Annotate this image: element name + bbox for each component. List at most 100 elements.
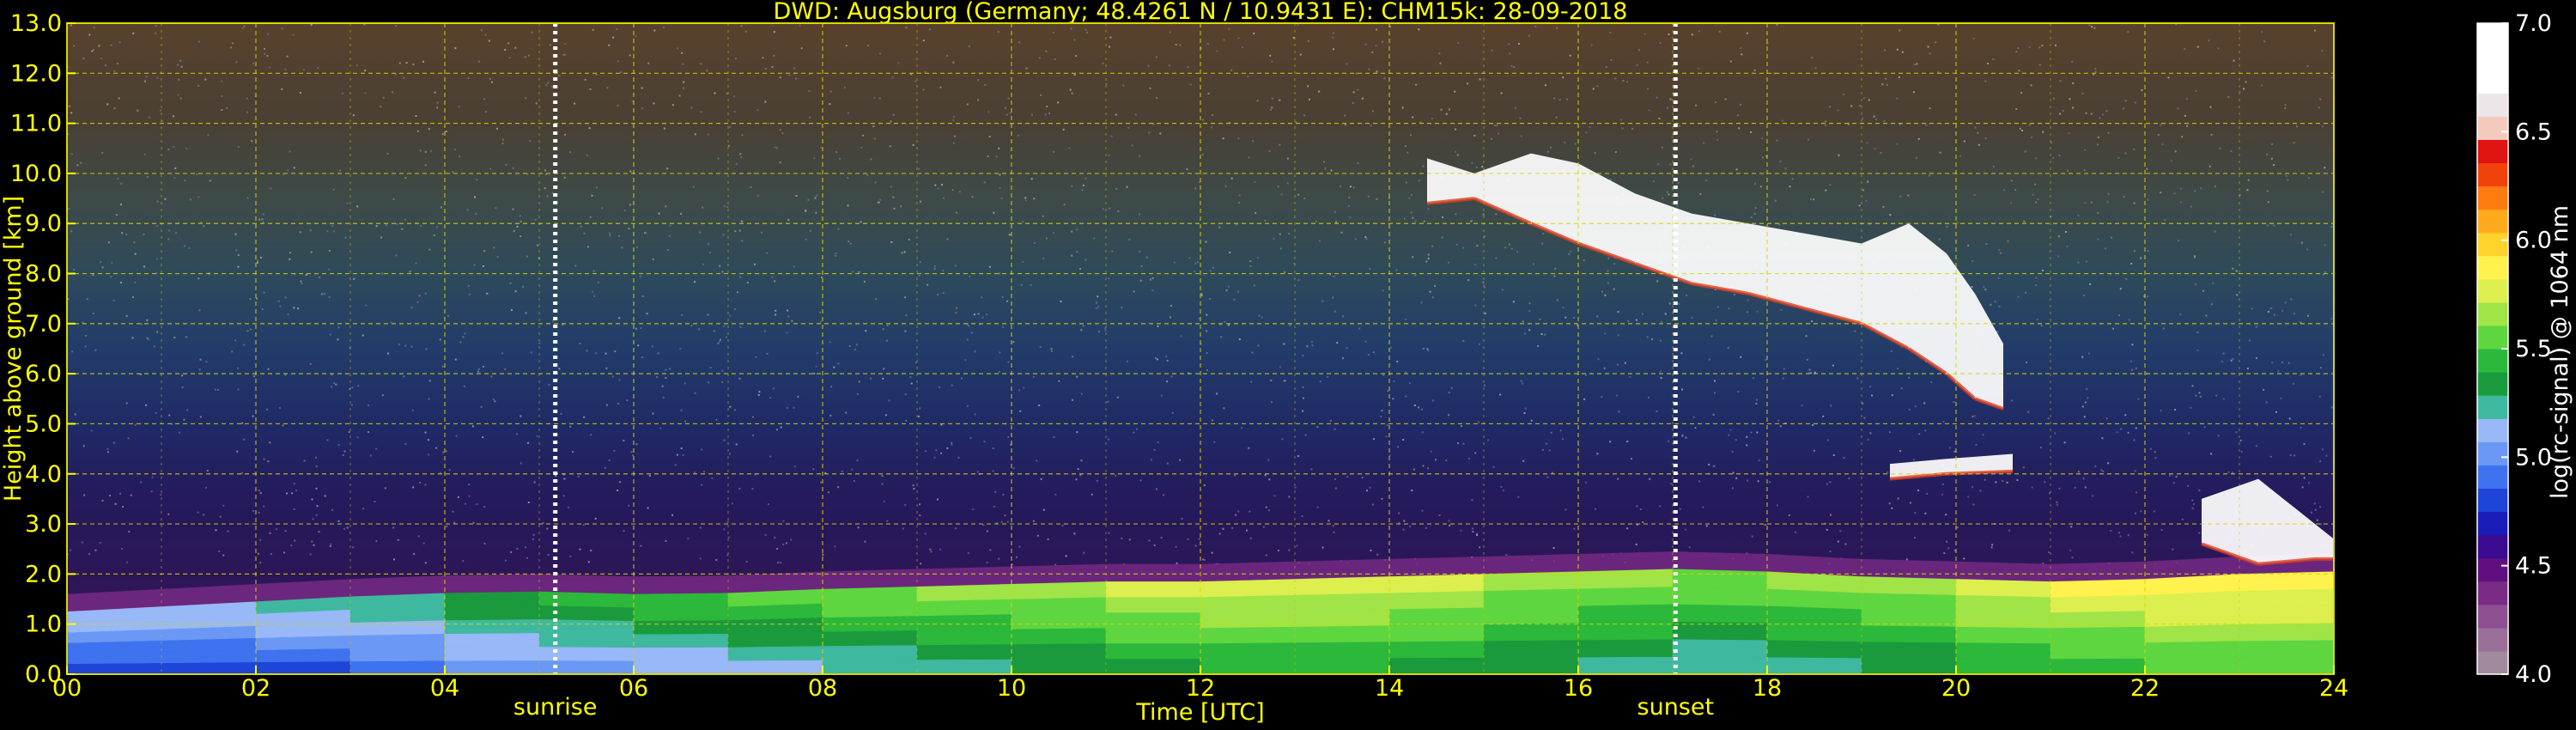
boundary-layer-top bbox=[1578, 551, 1673, 572]
x-tick-label: 10 bbox=[997, 675, 1026, 702]
boundary-layer-band bbox=[1105, 581, 1201, 598]
boundary-layer-band bbox=[633, 619, 729, 635]
boundary-layer-band bbox=[1955, 610, 2051, 629]
boundary-layer-top bbox=[1200, 561, 1295, 582]
colorbar-segment bbox=[2477, 46, 2508, 70]
boundary-layer-band bbox=[916, 583, 1012, 602]
boundary-layer-band bbox=[633, 647, 729, 661]
ceilometer-chart: DWD: Augsburg (Germany; 48.4261 N / 10.9… bbox=[0, 0, 2573, 726]
boundary-layer-band bbox=[2144, 624, 2240, 643]
boundary-layer-band bbox=[1011, 596, 1107, 615]
y-tick-label: 6.0 bbox=[25, 361, 62, 387]
y-tick-label: 1.0 bbox=[25, 611, 62, 638]
colorbar-segment bbox=[2477, 162, 2508, 187]
y-tick-label: 4.0 bbox=[25, 461, 62, 488]
boundary-layer-band bbox=[2144, 640, 2240, 659]
boundary-layer-top bbox=[1484, 554, 1578, 575]
boundary-layer-band bbox=[1577, 638, 1674, 658]
boundary-layer-band bbox=[1955, 578, 2051, 598]
boundary-layer-band bbox=[1672, 638, 1768, 658]
boundary-layer-band bbox=[1105, 627, 1201, 644]
boundary-layer-band bbox=[1294, 657, 1390, 674]
boundary-layer-band bbox=[1200, 626, 1296, 644]
boundary-layer-band bbox=[1388, 574, 1485, 593]
x-tick-label: 24 bbox=[2319, 675, 2348, 702]
boundary-layer-band bbox=[1483, 639, 1579, 658]
boundary-layer-band bbox=[2050, 658, 2146, 674]
boundary-layer-band bbox=[1955, 594, 2051, 613]
cirrus-cloud bbox=[1692, 213, 1748, 294]
colorbar-tick-label: 4.0 bbox=[2515, 661, 2552, 688]
boundary-layer-band bbox=[822, 586, 918, 604]
colorbar-segment bbox=[2477, 441, 2508, 465]
colorbar-segment bbox=[2477, 372, 2508, 396]
boundary-layer-band bbox=[1011, 611, 1107, 630]
colorbar-segment bbox=[2477, 23, 2508, 47]
y-tick-label: 0.0 bbox=[25, 661, 62, 688]
boundary-layer-band bbox=[1861, 641, 1957, 659]
boundary-layer-band bbox=[1955, 642, 2051, 660]
colorbar-segment bbox=[2477, 395, 2508, 419]
boundary-layer-band bbox=[2050, 610, 2146, 629]
sunset-label: sunset bbox=[1637, 694, 1715, 721]
y-axis-label: Height above ground [km] bbox=[0, 196, 27, 502]
boundary-layer-top bbox=[1106, 563, 1200, 582]
colorbar-tick-label: 7.0 bbox=[2515, 10, 2552, 37]
boundary-layer-band bbox=[1011, 581, 1107, 599]
colorbar-segment bbox=[2477, 325, 2508, 350]
x-tick-label: 12 bbox=[1186, 675, 1215, 702]
boundary-layer-band bbox=[2050, 626, 2146, 644]
colorbar-tick-label: 4.5 bbox=[2515, 553, 2552, 580]
colorbar-segment bbox=[2477, 418, 2508, 442]
colorbar-label: log(rc-signal) @ 1064 nm bbox=[2547, 205, 2573, 499]
boundary-layer-top bbox=[445, 574, 539, 593]
x-tick-label: 02 bbox=[241, 675, 270, 702]
boundary-layer-band bbox=[1200, 610, 1296, 629]
colorbar-segment bbox=[2477, 232, 2508, 257]
x-tick-label: 18 bbox=[1753, 675, 1782, 702]
boundary-layer-band bbox=[1577, 586, 1674, 606]
boundary-layer-band bbox=[1294, 641, 1390, 659]
boundary-layer-top bbox=[823, 569, 917, 589]
boundary-layer-band bbox=[1388, 640, 1485, 659]
boundary-layer-band bbox=[67, 651, 162, 665]
boundary-layer-band bbox=[1672, 656, 1768, 674]
colorbar-segment bbox=[2477, 301, 2508, 326]
boundary-layer-band bbox=[1388, 590, 1485, 610]
boundary-layer-band bbox=[349, 633, 446, 649]
boundary-layer-band bbox=[444, 591, 540, 607]
boundary-layer-band bbox=[916, 629, 1012, 646]
colorbar-segment bbox=[2477, 465, 2508, 490]
boundary-layer-band bbox=[1766, 656, 1862, 674]
boundary-layer-band bbox=[1105, 611, 1201, 629]
colorbar-segment bbox=[2477, 186, 2508, 210]
x-tick-label: 16 bbox=[1564, 675, 1593, 702]
boundary-layer-band bbox=[633, 593, 729, 608]
boundary-layer-band bbox=[1011, 658, 1107, 674]
boundary-layer-band bbox=[2239, 588, 2334, 608]
colorbar: 4.04.55.05.56.06.57.0 bbox=[2476, 10, 2552, 688]
boundary-layer-band bbox=[1200, 594, 1296, 613]
y-tick-label: 9.0 bbox=[25, 210, 62, 237]
boundary-layer-band bbox=[67, 662, 162, 674]
x-tick-label: 04 bbox=[430, 675, 459, 702]
boundary-layer-band bbox=[2144, 657, 2240, 674]
colorbar-segment bbox=[2477, 70, 2508, 94]
boundary-layer-band bbox=[1861, 592, 1957, 611]
x-axis-label: Time [UTC] bbox=[1135, 699, 1264, 726]
boundary-layer-band bbox=[2239, 656, 2334, 674]
boundary-layer-band bbox=[727, 631, 823, 648]
boundary-layer-band bbox=[2050, 642, 2146, 660]
y-tick-label: 5.0 bbox=[25, 411, 62, 437]
boundary-layer-band bbox=[444, 632, 540, 648]
boundary-layer-band bbox=[1766, 622, 1862, 642]
boundary-layer-band bbox=[161, 649, 257, 664]
sunrise-label: sunrise bbox=[513, 694, 598, 721]
boundary-layer-band bbox=[1011, 627, 1107, 645]
y-tick-label: 12.0 bbox=[10, 60, 62, 87]
boundary-layer-band bbox=[349, 647, 446, 662]
x-tick-label: 14 bbox=[1375, 675, 1404, 702]
boundary-layer-top bbox=[1862, 558, 1956, 580]
boundary-layer-band bbox=[1577, 656, 1674, 674]
boundary-layer-band bbox=[1483, 605, 1579, 624]
